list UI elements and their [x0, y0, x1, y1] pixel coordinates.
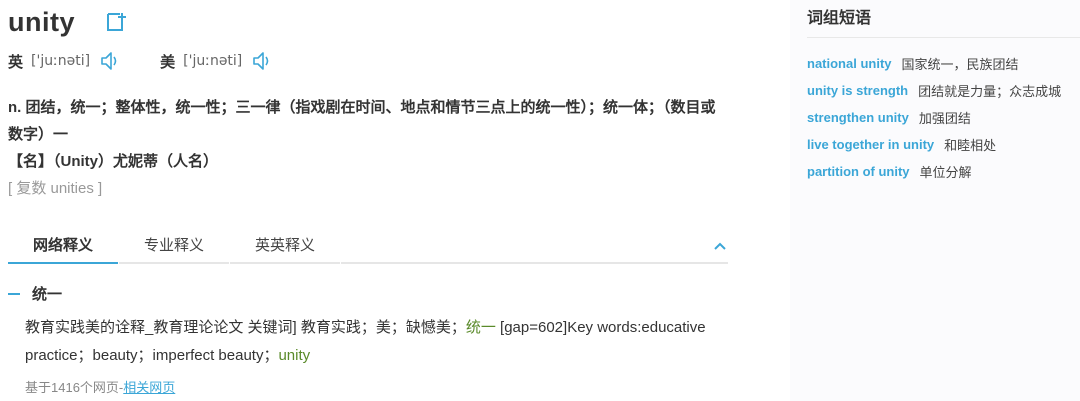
headword-row: unity	[8, 4, 127, 40]
phrase-translation: 和睦相处	[944, 138, 997, 153]
pron-ipa-uk: ['juːnəti]	[31, 53, 91, 69]
phrase-link[interactable]: strengthen unity	[807, 110, 909, 125]
source-count: 基于1416个网页-	[25, 380, 124, 395]
phrase-translation: 团结就是力量；众志成城	[918, 84, 1062, 99]
phrase-link[interactable]: unity is strength	[807, 83, 908, 98]
pron-ipa-us: ['juːnəti]	[183, 53, 243, 69]
definition-tabs: 网络释义 专业释义 英英释义	[8, 232, 728, 264]
dictionary-entry-panel: unity 英 ['juːnəti] 美 ['juːnəti] n. 团结，统一…	[0, 0, 740, 401]
plural-form: [ 复数 unities ]	[8, 180, 103, 197]
phrase-translation: 国家统一，民族团结	[901, 57, 1019, 72]
dash-icon	[8, 292, 20, 295]
phrase-link[interactable]: live together in unity	[807, 137, 934, 152]
related-pages-link[interactable]: 相关网页	[123, 380, 175, 395]
phrase-item: live together in unity 和睦相处	[807, 131, 1061, 158]
phrase-item: strengthen unity 加强团结	[807, 104, 1061, 131]
speaker-uk-icon[interactable]	[100, 50, 120, 72]
pron-label-us: 美	[160, 53, 176, 71]
add-wordbook-icon[interactable]	[105, 11, 127, 33]
phrase-translation: 加强团结	[918, 111, 971, 126]
example-text-before: 教育实践美的诠释_教育理论论文 关键词] 教育实践；美；缺憾美；	[25, 319, 466, 336]
phrase-item: national unity 国家统一，民族团结	[807, 50, 1061, 77]
chevron-up-icon[interactable]	[712, 238, 728, 254]
tab-english-definitions[interactable]: 英英释义	[230, 232, 340, 264]
web-sense-title: 统一	[32, 286, 63, 303]
example-highlight-1: 统一	[465, 319, 496, 336]
definition-name: 【名】（Unity）尤妮蒂（人名）	[8, 153, 219, 170]
tab-bar-filler	[341, 232, 728, 264]
web-source: 基于1416个网页-相关网页	[25, 377, 175, 396]
web-sense-example: 教育实践美的诠释_教育理论论文 关键词] 教育实践；美；缺憾美；统一 [gap=…	[25, 314, 730, 370]
phrase-link[interactable]: partition of unity	[807, 164, 910, 179]
pron-label-uk: 英	[8, 53, 24, 71]
definition-noun: n. 团结，统一；整体性，统一性；三一律（指戏剧在时间、地点和情节三点上的统一性…	[8, 99, 716, 143]
tab-professional-definitions[interactable]: 专业释义	[119, 232, 229, 264]
pronunciation-row: 英 ['juːnəti] 美 ['juːnəti]	[8, 50, 272, 72]
phrases-title: 词组短语	[807, 10, 872, 27]
phrase-link[interactable]: national unity	[807, 56, 892, 71]
speaker-us-icon[interactable]	[252, 50, 272, 72]
phrase-item: partition of unity 单位分解	[807, 158, 1061, 185]
tab-web-definitions[interactable]: 网络释义	[8, 232, 118, 264]
phrase-item: unity is strength 团结就是力量；众志成城	[807, 77, 1061, 104]
example-highlight-2: unity	[278, 347, 311, 364]
phrases-panel: 词组短语 national unity 国家统一，民族团结 unity is s…	[790, 0, 1080, 401]
definitions: n. 团结，统一；整体性，统一性；三一律（指戏剧在时间、地点和情节三点上的统一性…	[8, 94, 728, 175]
web-sense-heading: 统一	[8, 283, 62, 304]
phrase-translation: 单位分解	[919, 165, 972, 180]
headword: unity	[8, 6, 75, 37]
phrases-list: national unity 国家统一，民族团结 unity is streng…	[807, 50, 1061, 185]
phrases-divider	[807, 37, 1080, 38]
